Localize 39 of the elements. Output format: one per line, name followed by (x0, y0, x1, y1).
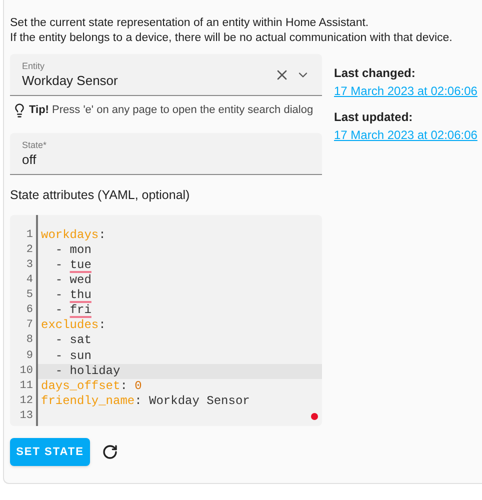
lightbulb-icon (12, 102, 27, 118)
refresh-icon[interactable] (102, 444, 118, 460)
yaml-editor[interactable]: 1 2 3 4 5 6 7 8 9 10 11 12 13 workdays: - mon - tue - wed - thu - fri excludes: - sat - sun - holiday days_offset: 0 friendly_name: Workday Sensor (10, 214, 322, 426)
state-field[interactable]: State* off (10, 133, 322, 175)
tip-text: Tip! Press 'e' on any page to open the entity search dialog (29, 102, 314, 118)
line-number: 9 (26, 348, 33, 364)
field-value: off (22, 150, 38, 168)
line-number: 8 (26, 333, 33, 348)
code-line: workdays: (40, 228, 107, 243)
line-number: 7 (26, 318, 33, 334)
description-text: If the entity belongs to a device, there will be no actual communication with that device. (10, 31, 454, 46)
entity-field[interactable]: Entity Workday Sensor (10, 54, 322, 96)
field-label: State* (22, 140, 48, 150)
line-number: 11 (20, 378, 33, 394)
code-line: - sun (54, 348, 92, 364)
field-label: Entity (22, 60, 46, 72)
code-line: - fri (54, 303, 92, 318)
attributes-label: State attributes (YAML, optional) (10, 187, 191, 204)
line-number: 13 (20, 408, 33, 424)
line-number: 1 (26, 228, 33, 243)
last-updated-label: Last updated: (334, 109, 414, 126)
code-line: - mon (54, 242, 92, 258)
code-line: - tue (54, 258, 92, 274)
line-number: 5 (26, 288, 33, 304)
line-number: 10 (20, 364, 33, 379)
code-line: days_offset: 0 (40, 378, 143, 394)
code-line: friendly_name: Workday Sensor (40, 394, 251, 409)
field-value: Workday Sensor (22, 72, 119, 88)
line-number: 4 (26, 273, 33, 288)
line-number: 2 (26, 242, 33, 258)
code-line: - sat (54, 333, 92, 348)
code-line: - wed (54, 273, 92, 288)
line-number: 3 (26, 258, 33, 273)
line-number: 12 (20, 394, 33, 409)
line-number: 6 (26, 303, 33, 318)
last-changed-label: Last changed: (334, 65, 416, 82)
code-line: excludes: (40, 318, 107, 334)
description-text: Set the current state representation of an entity within Home Assistant. (10, 16, 370, 31)
code-line: - thu (54, 288, 92, 304)
